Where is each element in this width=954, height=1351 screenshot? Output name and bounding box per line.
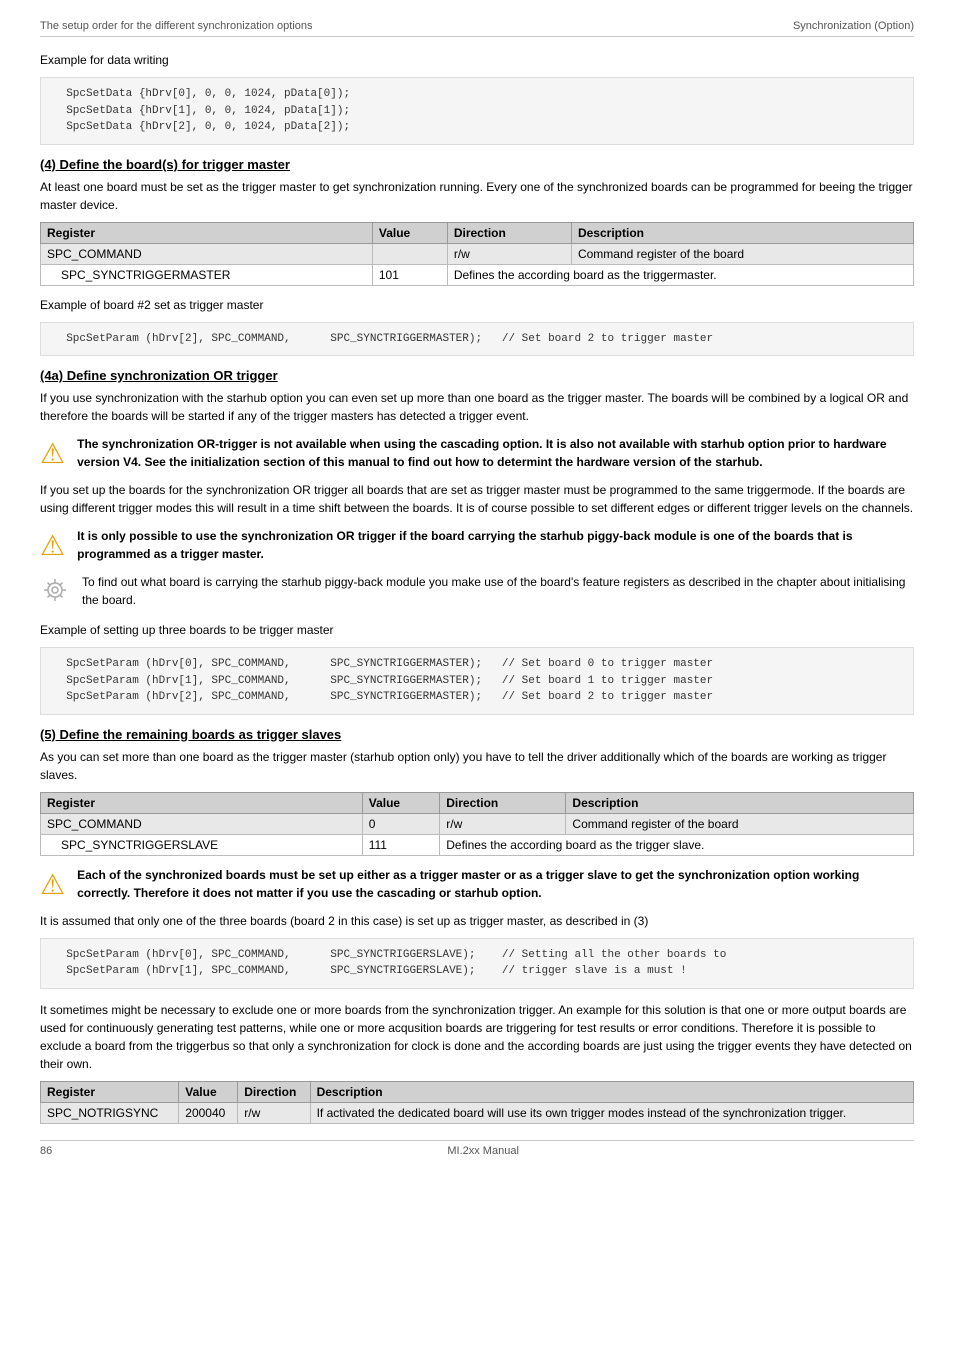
section5-title: (5) Define the remaining boards as trigg… [40, 727, 914, 742]
section4a-body1: If you use synchronization with the star… [40, 389, 914, 425]
col-description: Description [571, 222, 913, 243]
section4-body: At least one board must be set as the tr… [40, 178, 914, 214]
cell: Defines the according board as the trigg… [440, 834, 914, 855]
col-description: Description [566, 792, 914, 813]
cell: 101 [372, 264, 447, 285]
cell: r/w [447, 243, 571, 264]
cell: r/w [238, 1102, 310, 1123]
col-value: Value [179, 1081, 238, 1102]
cell: Defines the according board as the trigg… [447, 264, 913, 285]
warning-box-1: ⚠ The synchronization OR-trigger is not … [40, 435, 914, 471]
table-row: SPC_COMMAND r/w Command register of the … [41, 243, 914, 264]
cell: 111 [362, 834, 440, 855]
cell: Command register of the board [571, 243, 913, 264]
info-box-1: To find out what board is carrying the s… [40, 573, 914, 611]
cell: SPC_NOTRIGSYNC [41, 1102, 179, 1123]
table-row: SPC_SYNCTRIGGERMASTER 101 Defines the ac… [41, 264, 914, 285]
info-icon-1 [40, 575, 70, 611]
section4a-example-code2: SpcSetParam (hDrv[0], SPC_COMMAND, SPC_S… [40, 647, 914, 715]
table-row: SPC_SYNCTRIGGERSLAVE 111 Defines the acc… [41, 834, 914, 855]
col-register: Register [41, 1081, 179, 1102]
warning-text-2: It is only possible to use the synchroni… [77, 527, 914, 563]
col-register: Register [41, 222, 373, 243]
warning-box-2: ⚠ It is only possible to use the synchro… [40, 527, 914, 563]
page-header: The setup order for the different synchr… [40, 20, 914, 37]
section4-example-code: SpcSetParam (hDrv[2], SPC_COMMAND, SPC_S… [40, 322, 914, 357]
cell: SPC_SYNCTRIGGERMASTER [41, 264, 373, 285]
cell: If activated the dedicated board will us… [310, 1102, 913, 1123]
footer-center: MI.2xx Manual [447, 1145, 519, 1157]
warning-icon-1: ⚠ [40, 437, 65, 470]
col-direction: Direction [440, 792, 566, 813]
cell: 0 [362, 813, 440, 834]
col-value: Value [362, 792, 440, 813]
col-register: Register [41, 792, 363, 813]
cell [372, 243, 447, 264]
warning-strong-3: Each of the synchronized boards must be … [77, 868, 859, 900]
section5-body2: It is assumed that only one of the three… [40, 912, 914, 930]
section5-body3: It sometimes might be necessary to exclu… [40, 1001, 914, 1073]
table-row: SPC_COMMAND 0 r/w Command register of th… [41, 813, 914, 834]
cell: r/w [440, 813, 566, 834]
section4a-title: (4a) Define synchronization OR trigger [40, 368, 914, 383]
section4-example-label: Example of board #2 set as trigger maste… [40, 296, 914, 314]
col-description: Description [310, 1081, 913, 1102]
cell: SPC_SYNCTRIGGERSLAVE [41, 834, 363, 855]
warning-box-3: ⚠ Each of the synchronized boards must b… [40, 866, 914, 902]
table-row: SPC_NOTRIGSYNC 200040 r/w If activated t… [41, 1102, 914, 1123]
warning-text-3: Each of the synchronized boards must be … [77, 866, 914, 902]
cell: Command register of the board [566, 813, 914, 834]
section5-example-code: SpcSetParam (hDrv[0], SPC_COMMAND, SPC_S… [40, 938, 914, 989]
section5-body: As you can set more than one board as th… [40, 748, 914, 784]
section4a-example-label2: Example of setting up three boards to be… [40, 621, 914, 639]
section5-table: Register Value Direction Description SPC… [40, 792, 914, 856]
info-text-1: To find out what board is carrying the s… [82, 573, 914, 609]
col-direction: Direction [447, 222, 571, 243]
cell: 200040 [179, 1102, 238, 1123]
header-left: The setup order for the different synchr… [40, 20, 313, 32]
col-direction: Direction [238, 1081, 310, 1102]
col-value: Value [372, 222, 447, 243]
section4a-body2: If you set up the boards for the synchro… [40, 481, 914, 517]
page-footer: 86 MI.2xx Manual [40, 1140, 914, 1157]
cell: SPC_COMMAND [41, 813, 363, 834]
warning-icon-2: ⚠ [40, 529, 65, 562]
section5-table2: Register Value Direction Description SPC… [40, 1081, 914, 1124]
warning-strong-2: It is only possible to use the synchroni… [77, 529, 852, 561]
footer-page-number: 86 [40, 1145, 52, 1157]
intro-label: Example for data writing [40, 51, 914, 69]
gear-sun-icon [40, 575, 70, 605]
warning-strong-1: The synchronization OR-trigger is not av… [77, 437, 886, 469]
intro-code: SpcSetData {hDrv[0], 0, 0, 1024, pData[0… [40, 77, 914, 145]
section4-table: Register Value Direction Description SPC… [40, 222, 914, 286]
section4-title: (4) Define the board(s) for trigger mast… [40, 157, 914, 172]
header-right: Synchronization (Option) [793, 20, 914, 32]
warning-icon-3: ⚠ [40, 868, 65, 901]
warning-text-1: The synchronization OR-trigger is not av… [77, 435, 914, 471]
cell: SPC_COMMAND [41, 243, 373, 264]
